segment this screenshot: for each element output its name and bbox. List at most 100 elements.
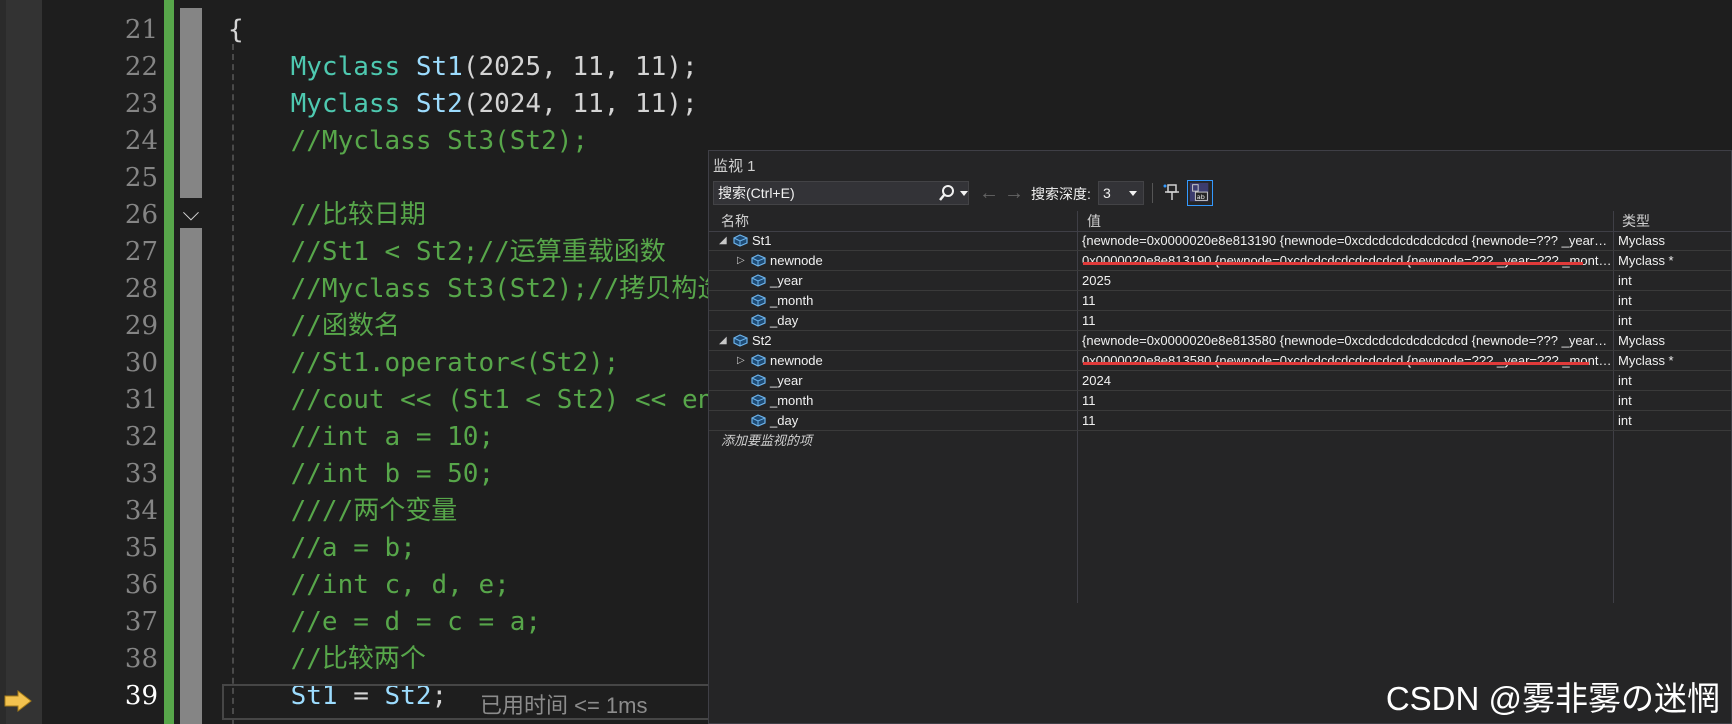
code-token: //St1 < St2;//运算重载函数 [228,237,666,267]
code-token: //Myclass St3(St2); [228,126,589,156]
collapsed-triangle-icon[interactable]: ▷ [737,351,745,370]
watch-row-value[interactable]: 0x0000020e8e813580 {newnode=0xcdcdcdcdcd… [1082,351,1612,370]
variable-object-icon [751,374,766,387]
glyph-margin[interactable] [6,0,42,724]
line-number: 21 [124,15,158,45]
watch-row-value[interactable]: 2024 [1082,371,1612,390]
watch-row[interactable]: ◢ St2 {newnode=0x0000020e8e813580 {newnode… [709,331,1731,351]
code-line[interactable]: Myclass St1(2025, 11, 11); [228,49,698,86]
variable-object-icon [751,394,766,407]
code-token: //比较两个 [228,644,426,674]
code-token: (2025, 11, 11); [462,52,698,82]
watch-row-value[interactable]: 11 [1082,291,1612,310]
watch-row-value[interactable]: 2025 [1082,271,1612,290]
variable-object-icon [733,234,748,247]
code-token: (2024, 11, 11); [462,89,698,119]
watch-row-type: Myclass [1618,333,1665,348]
watch-row[interactable]: ▷ newnode 0x0000020e8e813190 {newnode=0xcd… [709,251,1731,271]
variable-object-icon [751,294,766,307]
search-depth-select[interactable]: 3 [1098,181,1144,205]
watch-row-type: int [1618,393,1632,408]
perf-tip[interactable]: 已用时间 <= 1ms [480,688,647,720]
watch-row-type: int [1618,413,1632,428]
watch-row[interactable]: _day 11 int [709,411,1731,431]
code-line[interactable]: //a = b; [228,530,416,567]
watch-row-value[interactable]: 0x0000020e8e813190 {newnode=0xcdcdcdcdcd… [1082,251,1612,270]
watch-row-name: _month [770,293,814,308]
watch-row-value[interactable]: 11 [1082,311,1612,330]
code-line[interactable]: //int c, d, e; [228,567,510,604]
code-token: //比较日期 [228,200,426,230]
watch-row-name: St2 [752,333,772,348]
code-line[interactable]: //int b = 50; [228,456,495,493]
watch-row-type: int [1618,373,1632,388]
watch-row-name: St1 [752,233,772,248]
code-line[interactable]: //比较日期 [228,197,426,234]
watch-row[interactable]: _month 11 int [709,391,1731,411]
line-number: 22 [124,52,158,82]
code-token: //int c, d, e; [228,570,510,600]
column-header-name[interactable]: 名称 [721,211,749,231]
expanded-triangle-icon[interactable]: ◢ [719,331,727,350]
line-number: 29 [124,311,158,341]
code-line[interactable]: //cout << (St1 < St2) << endl; [228,382,761,419]
watch-row[interactable]: _year 2024 int [709,371,1731,391]
collapse-chevron-icon[interactable]: ⌵ [178,198,204,228]
watch-row[interactable]: ◢ St1 {newnode=0x0000020e8e813190 {newnode… [709,231,1731,251]
column-header-type[interactable]: 类型 [1622,211,1650,231]
code-line[interactable]: //函数名 [228,308,400,345]
watch-row-value[interactable]: 11 [1082,391,1612,410]
variable-object-icon [751,254,766,267]
watch-row[interactable]: _day 11 int [709,311,1731,331]
line-number: 34 [124,496,158,526]
search-icon[interactable] [938,183,956,203]
line-number: 37 [124,607,158,637]
code-token: St2 [415,89,463,119]
hexadecimal-display-icon[interactable]: ab [1187,180,1213,206]
column-header-value[interactable]: 值 [1087,211,1101,231]
code-line[interactable]: Myclass St2(2024, 11, 11); [228,86,698,123]
code-line[interactable]: //Myclass St3(St2);//拷贝构造 [228,271,724,308]
code-token: //函数名 [228,311,400,341]
outlining-margin[interactable] [180,8,202,724]
code-line[interactable]: //比较两个 [228,641,426,678]
code-line[interactable]: //e = d = c = a; [228,604,541,641]
code-line[interactable]: ////两个变量 [228,493,458,530]
line-number: 25 [124,163,158,193]
code-line[interactable]: //St1.operator<(St2); [228,345,620,382]
code-line[interactable]: //int a = 10; [228,419,495,456]
line-number: 36 [124,570,158,600]
code-line[interactable]: //St1 < St2;//运算重载函数 [228,234,666,271]
watch-row-value[interactable]: 11 [1082,411,1612,430]
watch-row[interactable]: ▷ newnode 0x0000020e8e813580 {newnode=0xcd… [709,351,1731,371]
line-number: 24 [124,126,158,156]
highlight-underline-st1 [1083,262,1583,265]
watch-row-name: newnode [770,253,823,268]
collapsed-triangle-icon[interactable]: ▷ [737,251,745,270]
watch-row[interactable]: _year 2025 int [709,271,1731,291]
search-next-arrow-icon[interactable]: → [1004,181,1024,205]
search-box[interactable] [713,181,969,205]
code-token: //int b = 50; [228,459,495,489]
watch-row-value[interactable]: {newnode=0x0000020e8e813580 {newnode=0xc… [1082,331,1612,350]
pin-icon[interactable] [1161,182,1183,204]
add-watch-item[interactable]: 添加要监视的项 [721,431,812,450]
code-line[interactable]: //Myclass St3(St2); [228,123,588,160]
search-depth-value: 3 [1103,185,1111,201]
search-input[interactable] [716,183,930,203]
watermark: CSDN @雾非雾の迷惘 [1385,680,1720,717]
variable-object-icon [751,274,766,287]
expanded-triangle-icon[interactable]: ◢ [719,231,727,250]
line-number: 30 [124,348,158,378]
watch-window[interactable]: 监视 1 ← → 搜索深度: 3 ab 名称 值 类型 [708,150,1732,724]
search-options-dropdown-icon[interactable] [960,191,968,197]
watch-row[interactable]: _month 11 int [709,291,1731,311]
code-line[interactable]: { [228,12,244,49]
line-number: 28 [124,274,158,304]
current-statement-arrow-icon[interactable] [4,690,32,712]
search-previous-arrow-icon[interactable]: ← [979,181,999,205]
line-number: 39 [124,681,158,711]
watch-window-title[interactable]: 监视 1 [713,155,756,176]
code-token: //cout << (St1 < St2) << endl; [228,385,761,415]
watch-row-value[interactable]: {newnode=0x0000020e8e813190 {newnode=0xc… [1082,231,1612,250]
